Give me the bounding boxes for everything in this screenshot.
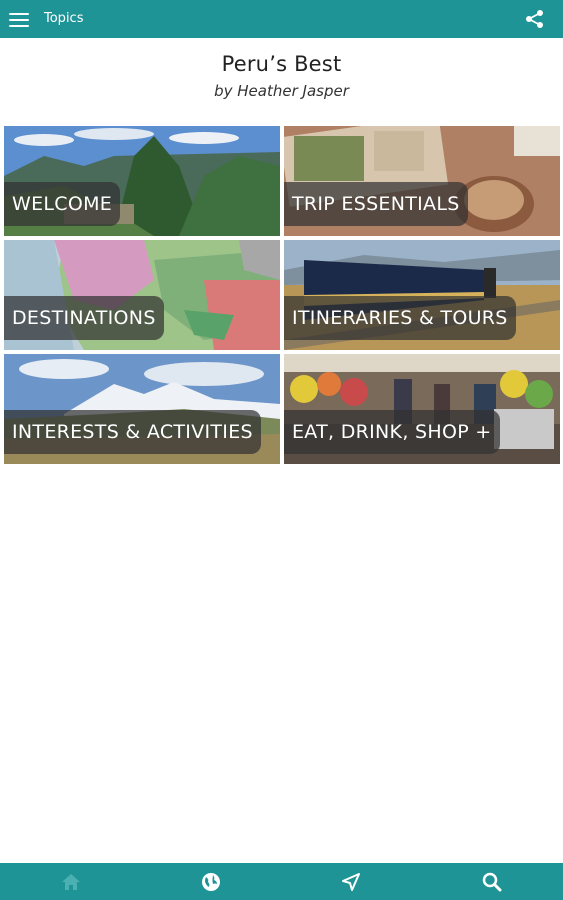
tile-destinations[interactable]: DESTINATIONS [4,240,280,350]
top-app-bar: Topics [0,0,563,38]
tile-label: WELCOME [4,182,121,226]
book-header: Peru’s Best by Heather Jasper [0,52,563,100]
menu-icon[interactable] [9,10,29,28]
tile-label: DESTINATIONS [4,296,164,340]
tile-interests[interactable]: INTERESTS & ACTIVITIES [4,354,280,464]
tile-label: INTERESTS & ACTIVITIES [4,410,261,454]
search-icon[interactable] [481,871,503,893]
home-icon[interactable] [60,871,82,893]
tile-trip-essentials[interactable]: TRIP ESSENTIALS [284,126,560,236]
book-author: by Heather Jasper [214,82,349,100]
tile-label: ITINERARIES & TOURS [284,296,516,340]
tile-label: EAT, DRINK, SHOP + [284,410,500,454]
tile-eat-drink-shop[interactable]: EAT, DRINK, SHOP + [284,354,560,464]
bottom-nav-bar [0,863,563,900]
book-title: Peru’s Best [221,52,342,76]
tile-itineraries[interactable]: ITINERARIES & TOURS [284,240,560,350]
navigation-arrow-icon[interactable] [340,871,362,893]
globe-icon[interactable] [200,871,222,893]
share-icon[interactable] [524,8,546,30]
tile-label: TRIP ESSENTIALS [284,182,468,226]
tile-welcome[interactable]: WELCOME [4,126,280,236]
topbar-title: Topics [44,11,84,26]
